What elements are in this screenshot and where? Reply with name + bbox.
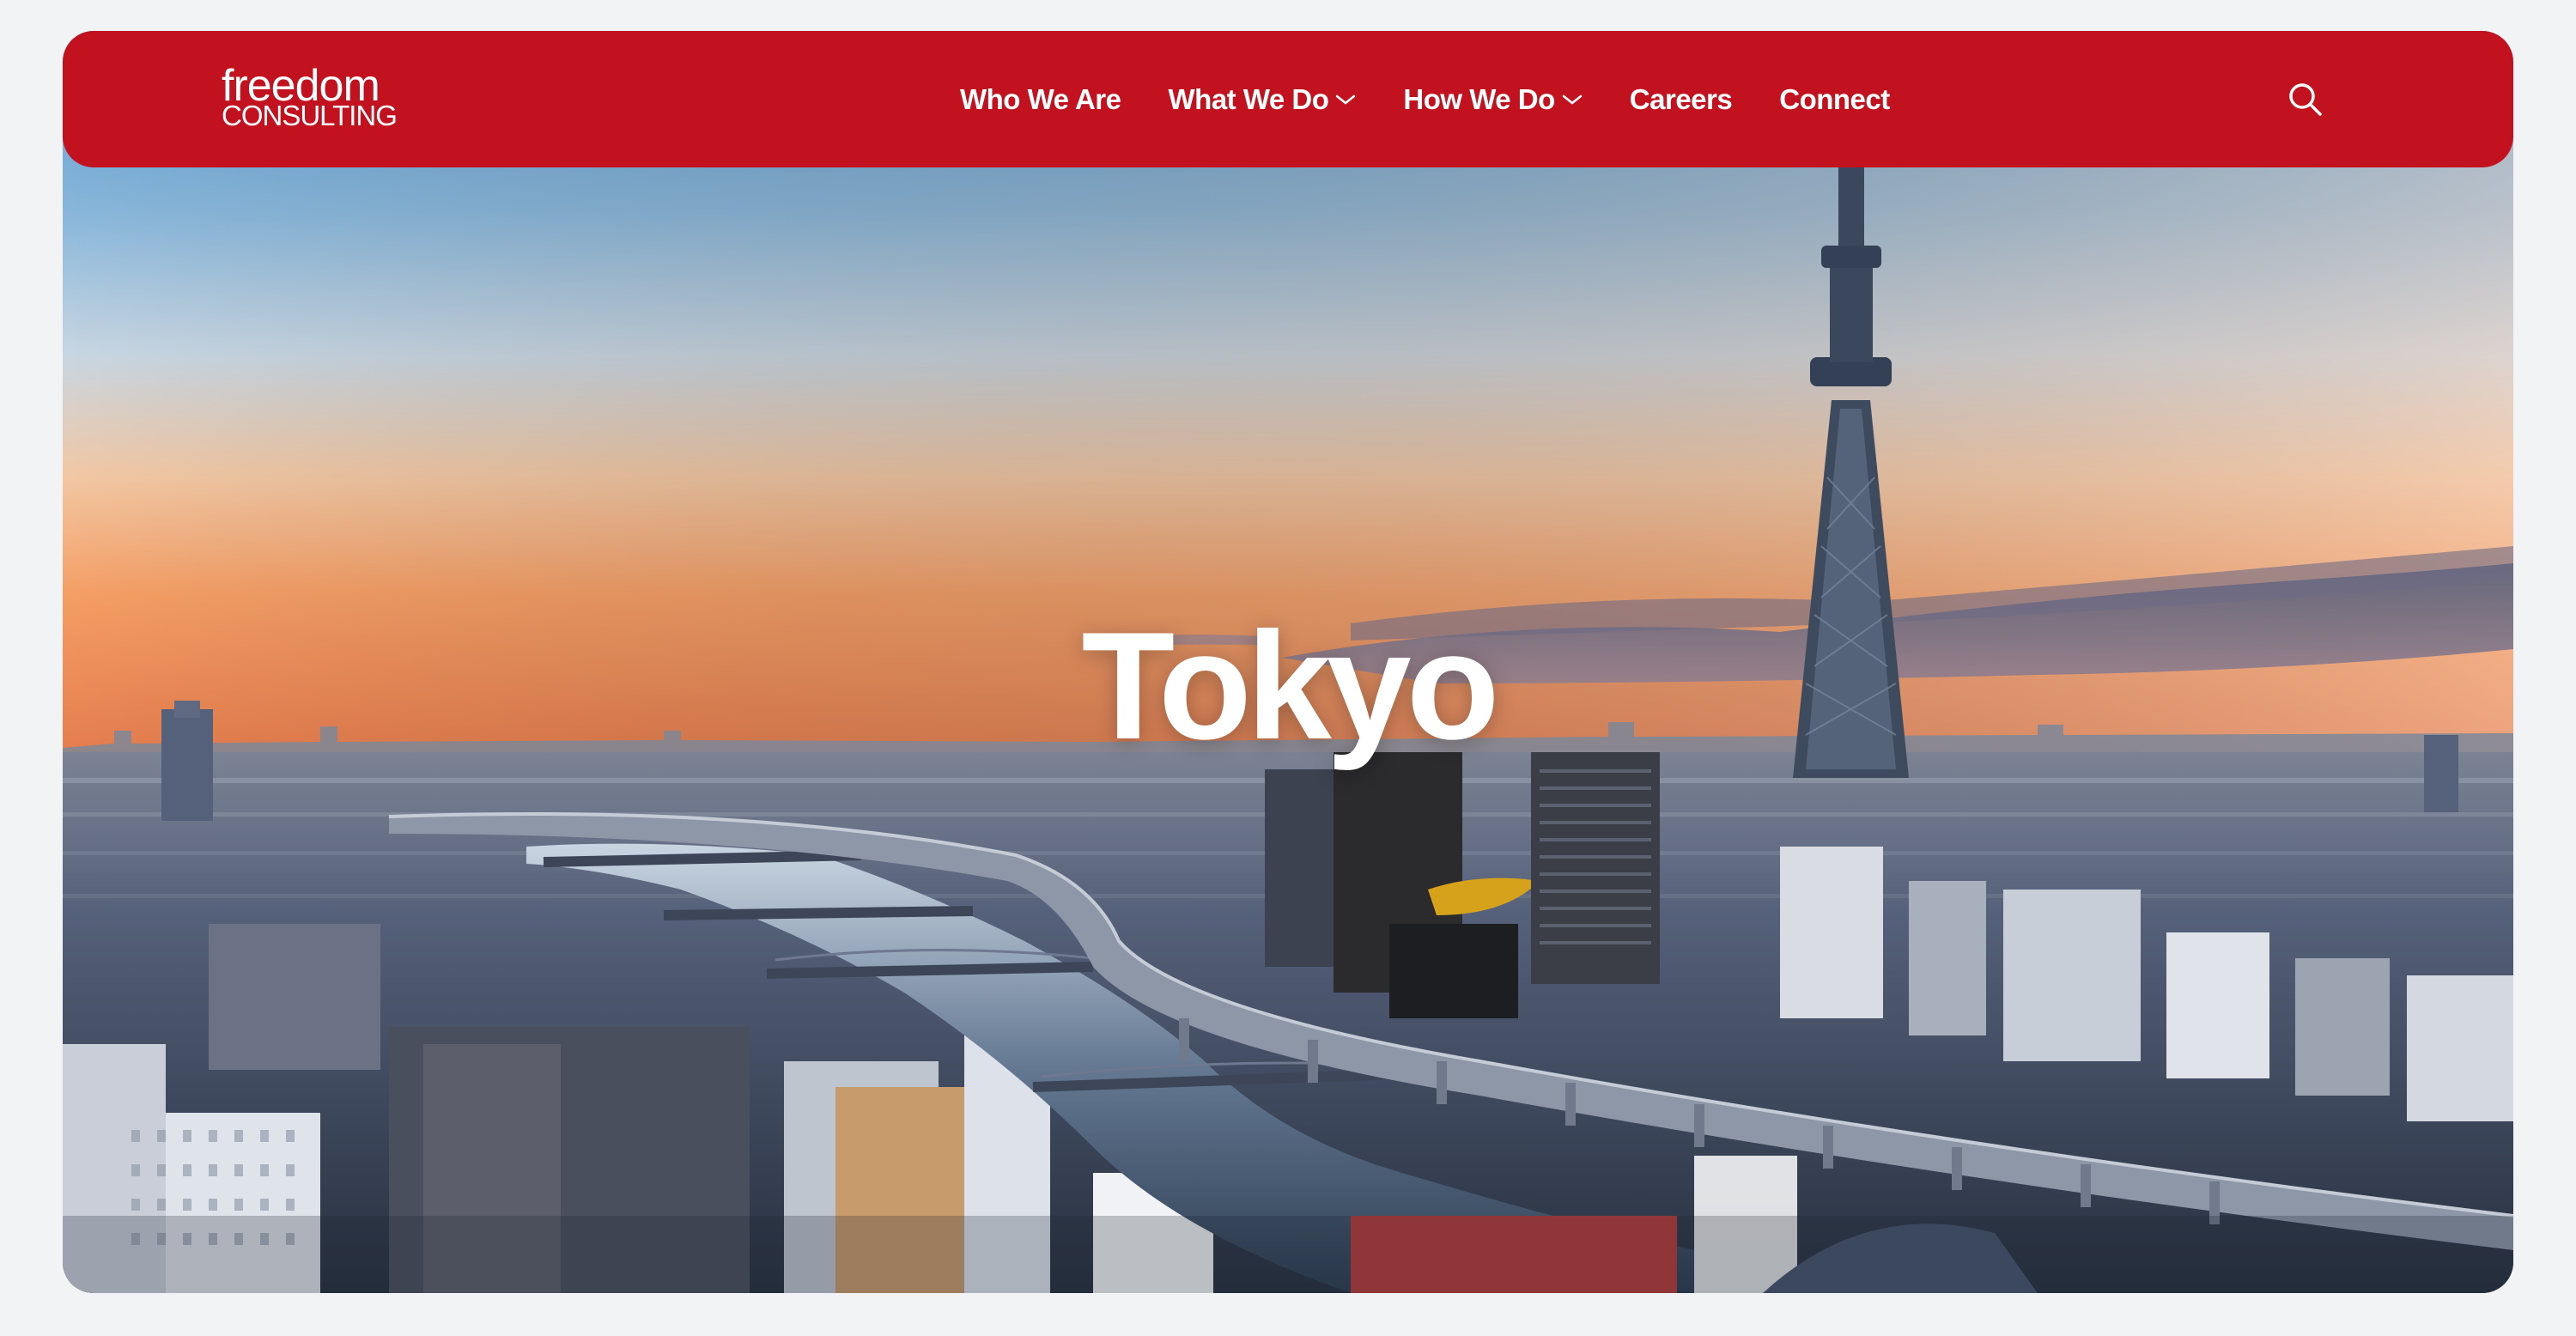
nav-item-what-we-do[interactable]: What We Do bbox=[1169, 83, 1357, 116]
nav-item-who-we-are[interactable]: Who We Are bbox=[960, 83, 1121, 116]
nav-item-connect[interactable]: Connect bbox=[1779, 83, 1890, 116]
nav-item-label: Who We Are bbox=[960, 82, 1121, 115]
search-icon bbox=[2289, 83, 2322, 116]
search-button[interactable] bbox=[2287, 81, 2324, 118]
chevron-down-icon bbox=[1336, 94, 1356, 105]
freedom-consulting-logo[interactable]: freedom CONSULTING bbox=[222, 61, 398, 131]
logo-line-2: CONSULTING bbox=[222, 100, 398, 131]
nav-item-label: How We Do bbox=[1403, 82, 1555, 115]
nav-item-label: What We Do bbox=[1168, 82, 1329, 115]
nav-item-label: Careers bbox=[1629, 82, 1733, 115]
chevron-down-icon bbox=[1562, 94, 1583, 105]
nav-item-how-we-do[interactable]: How We Do bbox=[1403, 82, 1583, 116]
top-nav-bar: freedom CONSULTING Who We Are What We Do… bbox=[63, 31, 2513, 167]
page-frame: Tokyo freedom CONSULTING Who We Are What… bbox=[63, 31, 2513, 1293]
nav-item-label: Connect bbox=[1779, 82, 1890, 115]
logo-line-1: freedom bbox=[222, 61, 380, 111]
nav-item-careers[interactable]: Careers bbox=[1629, 82, 1733, 116]
hero-title: Tokyo bbox=[1081, 600, 1500, 771]
main-nav: Who We Are What We Do How We Do Careers … bbox=[960, 31, 1890, 167]
